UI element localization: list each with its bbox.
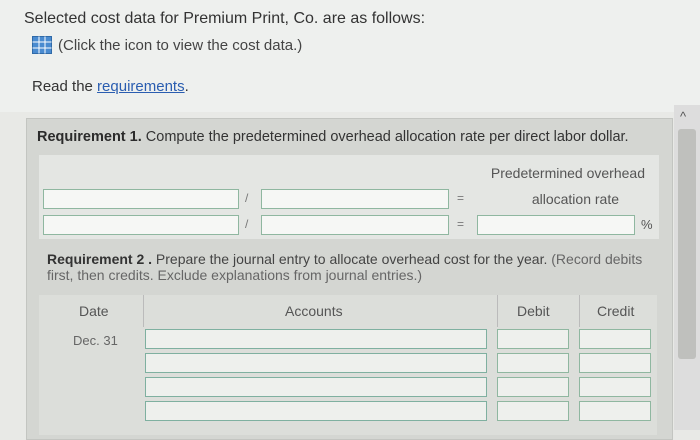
requirement-1-label: Requirement 1. <box>37 129 142 145</box>
account-input-4[interactable] <box>145 401 487 421</box>
credit-input-2[interactable] <box>579 353 651 373</box>
percent-symbol: % <box>641 217 653 232</box>
credit-input-3[interactable] <box>579 377 651 397</box>
allocation-rate-input[interactable] <box>477 215 635 235</box>
read-suffix: . <box>184 78 189 95</box>
column-divider <box>497 295 498 327</box>
read-prefix: Read the <box>32 78 98 95</box>
overhead-rate-formula: Predetermined overhead allocation rate /… <box>39 155 659 239</box>
denominator-input-1[interactable] <box>261 189 449 209</box>
debit-input-4[interactable] <box>497 401 569 421</box>
grid-table-icon[interactable] <box>32 36 52 54</box>
credit-input-4[interactable] <box>579 401 651 421</box>
denominator-input-2[interactable] <box>261 215 449 235</box>
account-input-1[interactable] <box>145 329 487 349</box>
credit-input-1[interactable] <box>579 329 651 349</box>
debit-input-1[interactable] <box>497 329 569 349</box>
journal-entry-table: Date Accounts Debit Credit Dec. 31 <box>39 295 657 435</box>
column-divider <box>579 295 580 327</box>
numerator-input-2[interactable] <box>43 215 239 235</box>
chevron-up-icon[interactable]: ^ <box>680 109 686 124</box>
column-header-debit: Debit <box>517 303 550 319</box>
rate-label-line2: allocation rate <box>531 191 619 207</box>
requirement-2-heading: Requirement 2 . Prepare the journal entr… <box>47 251 647 283</box>
cost-data-hint: (Click the icon to view the cost data.) <box>58 36 303 54</box>
column-header-credit: Credit <box>597 303 635 319</box>
numerator-input-1[interactable] <box>43 189 239 209</box>
problem-header: Selected cost data for Premium Print, Co… <box>0 0 700 112</box>
intro-text: Selected cost data for Premium Print, Co… <box>24 10 426 27</box>
requirements-link[interactable]: requirements <box>97 78 185 95</box>
scroll-thumb[interactable] <box>678 129 696 359</box>
equals-symbol: = <box>457 217 465 231</box>
vertical-scrollbar[interactable]: ^ <box>674 105 700 430</box>
requirement-1-heading: Requirement 1. Compute the predetermined… <box>37 129 629 145</box>
requirement-1-text: Compute the predetermined overhead alloc… <box>141 129 629 145</box>
journal-date: Dec. 31 <box>73 333 118 348</box>
column-header-accounts: Accounts <box>285 303 343 319</box>
equals-symbol: = <box>457 191 465 205</box>
requirement-2-label: Requirement 2 . <box>47 251 153 267</box>
requirements-panel: Requirement 1. Compute the predetermined… <box>26 118 673 440</box>
divide-symbol: / <box>245 191 249 205</box>
debit-input-2[interactable] <box>497 353 569 373</box>
column-divider <box>143 295 144 327</box>
account-input-2[interactable] <box>145 353 487 373</box>
read-requirements-line: Read the requirements. <box>32 78 189 95</box>
divide-symbol: / <box>245 217 249 231</box>
cost-data-link-row[interactable]: (Click the icon to view the cost data.) <box>32 36 302 54</box>
account-input-3[interactable] <box>145 377 487 397</box>
requirement-2-text: Prepare the journal entry to allocate ov… <box>152 251 548 267</box>
rate-label-line1: Predetermined overhead <box>490 165 645 181</box>
column-header-date: Date <box>79 303 109 319</box>
debit-input-3[interactable] <box>497 377 569 397</box>
